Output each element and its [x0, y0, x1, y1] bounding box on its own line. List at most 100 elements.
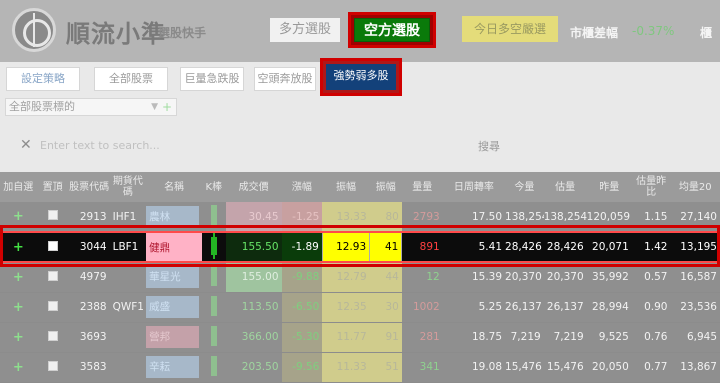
amplitude: 12.79	[322, 262, 370, 293]
stock-code: 4979	[68, 262, 110, 293]
est-ratio: 1.42	[631, 231, 671, 263]
col-header-vol[interactable]: 量量	[401, 172, 443, 202]
market-spread-label: 市櫃差幅	[570, 26, 619, 40]
futures-code	[109, 352, 147, 383]
plus-icon[interactable]: +	[13, 209, 24, 224]
add-favorite-cell[interactable]: +	[0, 322, 37, 353]
pin-cell[interactable]	[36, 202, 69, 233]
pin-checkbox[interactable]	[47, 270, 58, 281]
bear-rush-button[interactable]: 空頭奔放股	[254, 67, 316, 91]
today-volume: 7,219	[505, 322, 544, 353]
add-favorite-cell[interactable]: +	[0, 292, 37, 323]
stock-code: 3044	[68, 231, 110, 263]
candlestick-icon	[210, 205, 217, 225]
table-row[interactable]: + 2913 IHF1 農林 30.45 -1.25 13.33 80 2793…	[0, 202, 720, 233]
giant-drop-button[interactable]: 巨量急跌股	[180, 67, 244, 91]
table-row[interactable]: + 4979 華星光 155.00 -9.88 12.79 44 12 15.3…	[0, 262, 720, 293]
change: -1.25	[281, 202, 323, 233]
table-row[interactable]: + 3583 辛耘 203.50 -9.56 11.33 51 341 19.0…	[0, 352, 720, 383]
stock-name[interactable]: 華星光	[146, 266, 199, 289]
add-icon[interactable]: +	[162, 99, 172, 115]
search-input[interactable]	[40, 134, 460, 156]
amplitude2: 91	[369, 322, 402, 353]
volume: 341	[401, 352, 443, 383]
col-header-kbar[interactable]: K棒	[202, 172, 226, 202]
plus-icon[interactable]: +	[13, 240, 24, 255]
stock-name[interactable]: 健鼎	[146, 231, 202, 263]
stock-name-cell[interactable]: 營邦	[146, 322, 202, 353]
stock-universe-value: 全部股票標的	[9, 100, 75, 113]
stock-name-cell[interactable]: 辛耘	[146, 352, 202, 383]
today-picks-button[interactable]: 今日多空嚴選	[462, 16, 558, 42]
short-selection-button[interactable]: 空方選股	[354, 18, 430, 42]
plus-icon[interactable]: +	[13, 300, 24, 315]
col-header-price[interactable]: 成交價	[225, 172, 282, 202]
futures-code: QWF1	[109, 292, 147, 323]
clear-icon[interactable]: ✕	[20, 137, 32, 153]
stock-name-cell[interactable]: 威盛	[146, 292, 202, 323]
pin-cell[interactable]	[36, 231, 69, 263]
add-favorite-cell[interactable]: +	[0, 231, 37, 263]
yesterday-volume: 20,050	[586, 352, 632, 383]
candlestick-icon	[210, 325, 217, 346]
table-row[interactable]: + 2388 QWF1 威盛 113.50 -6.50 12.35 30 100…	[0, 292, 720, 323]
pin-checkbox[interactable]	[47, 360, 58, 371]
candlestick-icon	[210, 295, 217, 316]
col-header-amplitude2[interactable]: 振幅	[369, 172, 402, 202]
stock-name[interactable]: 營邦	[146, 326, 199, 348]
futures-code: IHF1	[109, 202, 147, 233]
plus-icon[interactable]: +	[13, 360, 24, 375]
col-header-est-vol[interactable]: 估量	[543, 172, 587, 202]
col-header-add[interactable]: 加自選	[0, 172, 37, 202]
pin-cell[interactable]	[36, 262, 69, 293]
today-volume: 20,370	[505, 262, 544, 293]
search-button[interactable]: 搜尋	[478, 138, 500, 154]
col-header-change[interactable]: 漲幅	[281, 172, 323, 202]
pin-checkbox[interactable]	[47, 240, 58, 251]
add-favorite-cell[interactable]: +	[0, 202, 37, 233]
stock-code: 3583	[68, 352, 110, 383]
add-favorite-cell[interactable]: +	[0, 262, 37, 293]
pin-cell[interactable]	[36, 292, 69, 323]
col-header-amplitude[interactable]: 振幅	[322, 172, 370, 202]
pin-checkbox[interactable]	[47, 210, 58, 220]
strong-weak-button[interactable]: 強勢弱多股	[326, 64, 396, 90]
add-favorite-cell[interactable]: +	[0, 352, 37, 383]
settings-strategy-button[interactable]: 設定策略	[6, 67, 80, 91]
col-header-avg20[interactable]: 均量20	[670, 172, 720, 202]
price: 30.45	[225, 202, 282, 233]
volume: 12	[401, 262, 443, 293]
long-selection-button[interactable]: 多方選股	[270, 18, 340, 42]
pin-checkbox[interactable]	[47, 300, 58, 311]
today-volume: 28,426	[505, 231, 544, 263]
volume: 2793	[401, 202, 443, 233]
col-header-turnover[interactable]: 日周轉率	[442, 172, 506, 202]
price: 366.00	[225, 322, 282, 353]
stock-name-cell[interactable]: 農林	[146, 202, 202, 233]
col-header-futures[interactable]: 期貨代碼	[109, 172, 147, 202]
table-row[interactable]: + 3693 營邦 366.00 -5.30 11.77 91 281 18.7…	[0, 322, 720, 353]
stock-universe-select[interactable]: 全部股票標的 ▼ +	[5, 98, 177, 116]
amplitude: 12.35	[322, 292, 370, 323]
chevron-down-icon[interactable]: ▼	[151, 99, 158, 115]
stock-name[interactable]: 農林	[146, 205, 199, 228]
amplitude2: 41	[369, 231, 403, 263]
stock-name[interactable]: 辛耘	[146, 356, 199, 378]
all-stocks-button[interactable]: 全部股票	[94, 67, 168, 91]
plus-icon[interactable]: +	[13, 270, 24, 285]
stock-name[interactable]: 威盛	[146, 296, 199, 318]
col-header-pin[interactable]: 置頂	[36, 172, 69, 202]
col-header-name[interactable]: 名稱	[146, 172, 202, 202]
stock-name-cell[interactable]: 華星光	[146, 262, 202, 293]
change: -9.88	[281, 262, 323, 293]
col-header-yest-vol[interactable]: 昨量	[586, 172, 632, 202]
col-header-code[interactable]: 股票代碼	[68, 172, 110, 202]
col-header-today-vol[interactable]: 今量	[505, 172, 544, 202]
pin-cell[interactable]	[36, 322, 69, 353]
plus-icon[interactable]: +	[13, 330, 24, 345]
col-header-est-ratio[interactable]: 估量昨比	[631, 172, 671, 202]
table-row-selected[interactable]: + 3044 LBF1 健鼎 155.50 -1.89 12.93 41 891…	[0, 231, 720, 263]
pin-checkbox[interactable]	[47, 330, 58, 341]
amplitude: 11.33	[322, 352, 370, 383]
pin-cell[interactable]	[36, 352, 69, 383]
